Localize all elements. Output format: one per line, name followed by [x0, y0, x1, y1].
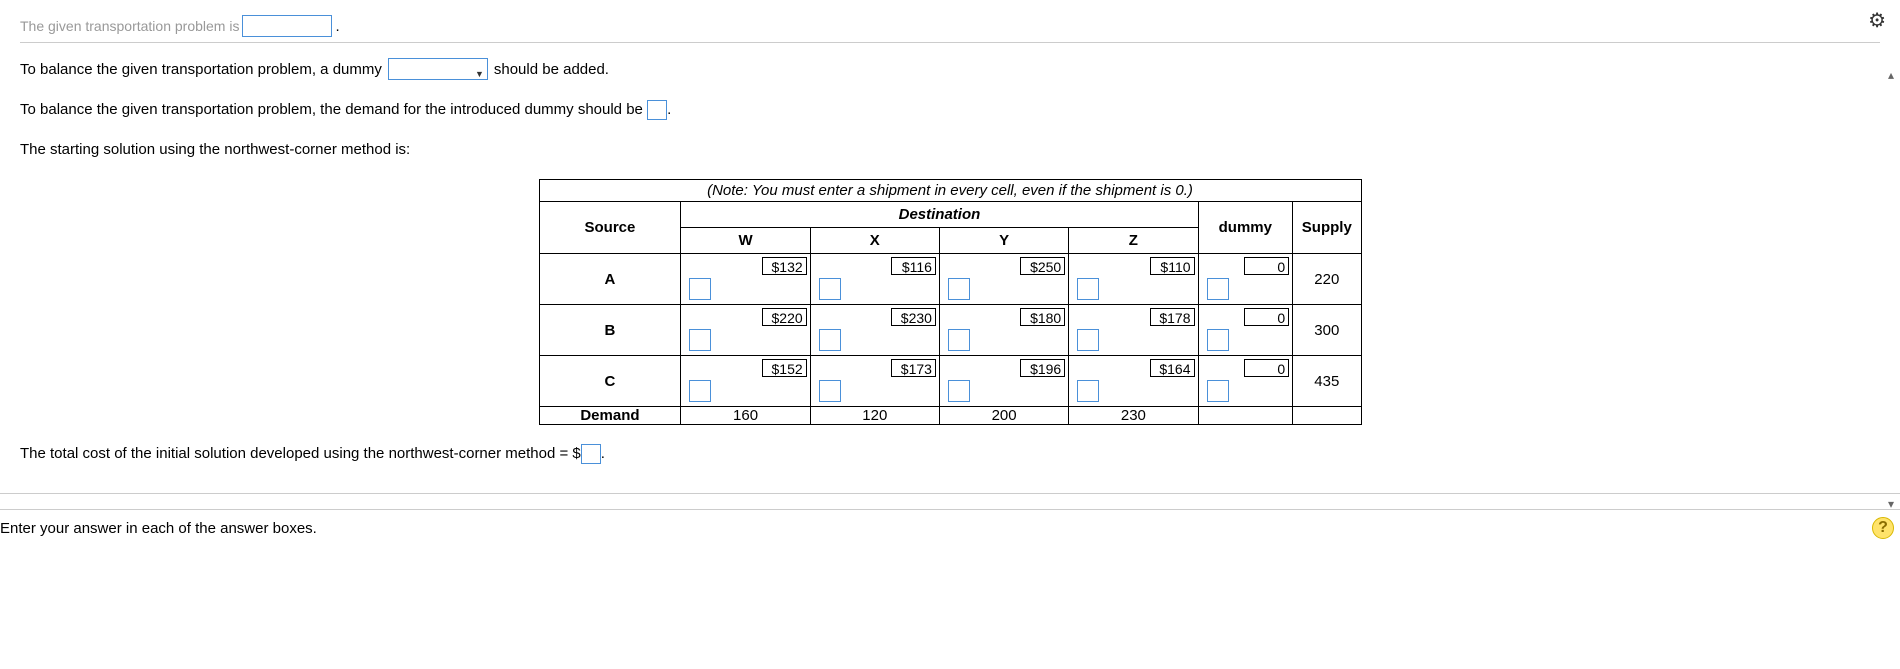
shipment-input[interactable] — [948, 329, 970, 351]
cost-value: 0 — [1244, 308, 1289, 326]
shipment-cell: $132 — [681, 254, 810, 305]
total-cost-post: . — [601, 443, 605, 465]
shipment-cell: $196 — [939, 356, 1068, 407]
demand-value — [1293, 407, 1361, 425]
shipment-input[interactable] — [1077, 329, 1099, 351]
line2-post: . — [667, 99, 671, 121]
line-starting-solution: The starting solution using the northwes… — [20, 139, 1880, 161]
shipment-input[interactable] — [689, 380, 711, 402]
shipment-cell: $173 — [810, 356, 939, 407]
table-row: A $132 $116 $250 $110 0220 — [539, 254, 1361, 305]
line-dummy-demand: To balance the given transportation prob… — [20, 99, 1880, 121]
transportation-table: Source Destination dummy Supply W X Y Z … — [539, 201, 1362, 425]
cost-value: $220 — [762, 308, 807, 326]
shipment-cell: 0 — [1198, 254, 1293, 305]
shipment-input[interactable] — [689, 329, 711, 351]
shipment-input[interactable] — [1077, 380, 1099, 402]
question-content: The given transportation problem is . To… — [0, 0, 1900, 494]
table-note: (Note: You must enter a shipment in ever… — [539, 179, 1362, 201]
header-source: Source — [539, 202, 681, 254]
shipment-input[interactable] — [948, 278, 970, 300]
shipment-cell: $164 — [1069, 356, 1198, 407]
footer-note: Enter your answer in each of the answer … — [0, 509, 1900, 545]
cost-value: $250 — [1020, 257, 1065, 275]
cost-value: $196 — [1020, 359, 1065, 377]
shipment-cell: $180 — [939, 305, 1068, 356]
shipment-cell: 0 — [1198, 356, 1293, 407]
shipment-input[interactable] — [689, 278, 711, 300]
header-col-y: Y — [939, 228, 1068, 254]
shipment-input[interactable] — [819, 278, 841, 300]
gear-icon[interactable]: ⚙ — [1868, 8, 1886, 33]
source-cell: A — [539, 254, 681, 305]
shipment-cell: $152 — [681, 356, 810, 407]
table-row: C $152 $173 $196 $164 0435 — [539, 356, 1361, 407]
header-supply: Supply — [1293, 202, 1361, 254]
shipment-cell: 0 — [1198, 305, 1293, 356]
demand-label: Demand — [539, 407, 681, 425]
scroll-down-icon[interactable]: ▾ — [1888, 497, 1894, 511]
scroll-up-icon[interactable]: ▴ — [1888, 68, 1894, 82]
supply-value: 435 — [1293, 356, 1361, 407]
shipment-cell: $230 — [810, 305, 939, 356]
cutoff-text: The given transportation problem is — [20, 18, 239, 34]
line1-post: should be added. — [494, 59, 609, 81]
dummy-demand-input[interactable] — [647, 100, 667, 120]
header-col-z: Z — [1069, 228, 1198, 254]
cost-value: $152 — [762, 359, 807, 377]
cost-value: 0 — [1244, 257, 1289, 275]
shipment-cell: $110 — [1069, 254, 1198, 305]
shipment-input[interactable] — [1207, 380, 1229, 402]
header-dummy: dummy — [1198, 202, 1293, 254]
shipment-input[interactable] — [1207, 329, 1229, 351]
line3-text: The starting solution using the northwes… — [20, 139, 410, 161]
shipment-input[interactable] — [948, 380, 970, 402]
supply-value: 220 — [1293, 254, 1361, 305]
cost-value: $180 — [1020, 308, 1065, 326]
cost-value: $116 — [891, 257, 936, 275]
shipment-input[interactable] — [819, 380, 841, 402]
supply-value: 300 — [1293, 305, 1361, 356]
dummy-select-wrap — [388, 58, 488, 81]
cost-value: $173 — [891, 359, 936, 377]
line2-pre: To balance the given transportation prob… — [20, 99, 643, 121]
table-row: B $220 $230 $180 $178 0300 — [539, 305, 1361, 356]
header-col-x: X — [810, 228, 939, 254]
demand-value: 230 — [1069, 407, 1198, 425]
cost-value: $132 — [762, 257, 807, 275]
demand-value: 120 — [810, 407, 939, 425]
total-cost-pre: The total cost of the initial solution d… — [20, 443, 581, 465]
demand-row: Demand160120200230 — [539, 407, 1361, 425]
line1-pre: To balance the given transportation prob… — [20, 59, 382, 81]
shipment-cell: $250 — [939, 254, 1068, 305]
demand-value: 200 — [939, 407, 1068, 425]
total-cost-input[interactable] — [581, 444, 601, 464]
cost-value: $230 — [891, 308, 936, 326]
cutoff-period: . — [335, 18, 339, 35]
header-col-w: W — [681, 228, 810, 254]
cost-value: $178 — [1150, 308, 1195, 326]
problem-type-input[interactable] — [242, 15, 332, 37]
cost-value: $110 — [1150, 257, 1195, 275]
dummy-type-select[interactable] — [388, 58, 488, 80]
source-cell: B — [539, 305, 681, 356]
help-icon[interactable]: ? — [1872, 517, 1894, 539]
shipment-input[interactable] — [819, 329, 841, 351]
source-cell: C — [539, 356, 681, 407]
header-destination: Destination — [681, 202, 1198, 228]
shipment-cell: $220 — [681, 305, 810, 356]
shipment-cell: $178 — [1069, 305, 1198, 356]
demand-value: 160 — [681, 407, 810, 425]
shipment-cell: $116 — [810, 254, 939, 305]
shipment-input[interactable] — [1207, 278, 1229, 300]
cost-value: $164 — [1150, 359, 1195, 377]
cutoff-row: The given transportation problem is . — [20, 0, 1880, 43]
line-dummy-type: To balance the given transportation prob… — [20, 58, 1880, 81]
line-total-cost: The total cost of the initial solution d… — [20, 443, 1880, 465]
shipment-input[interactable] — [1077, 278, 1099, 300]
cost-value: 0 — [1244, 359, 1289, 377]
demand-value — [1198, 407, 1293, 425]
